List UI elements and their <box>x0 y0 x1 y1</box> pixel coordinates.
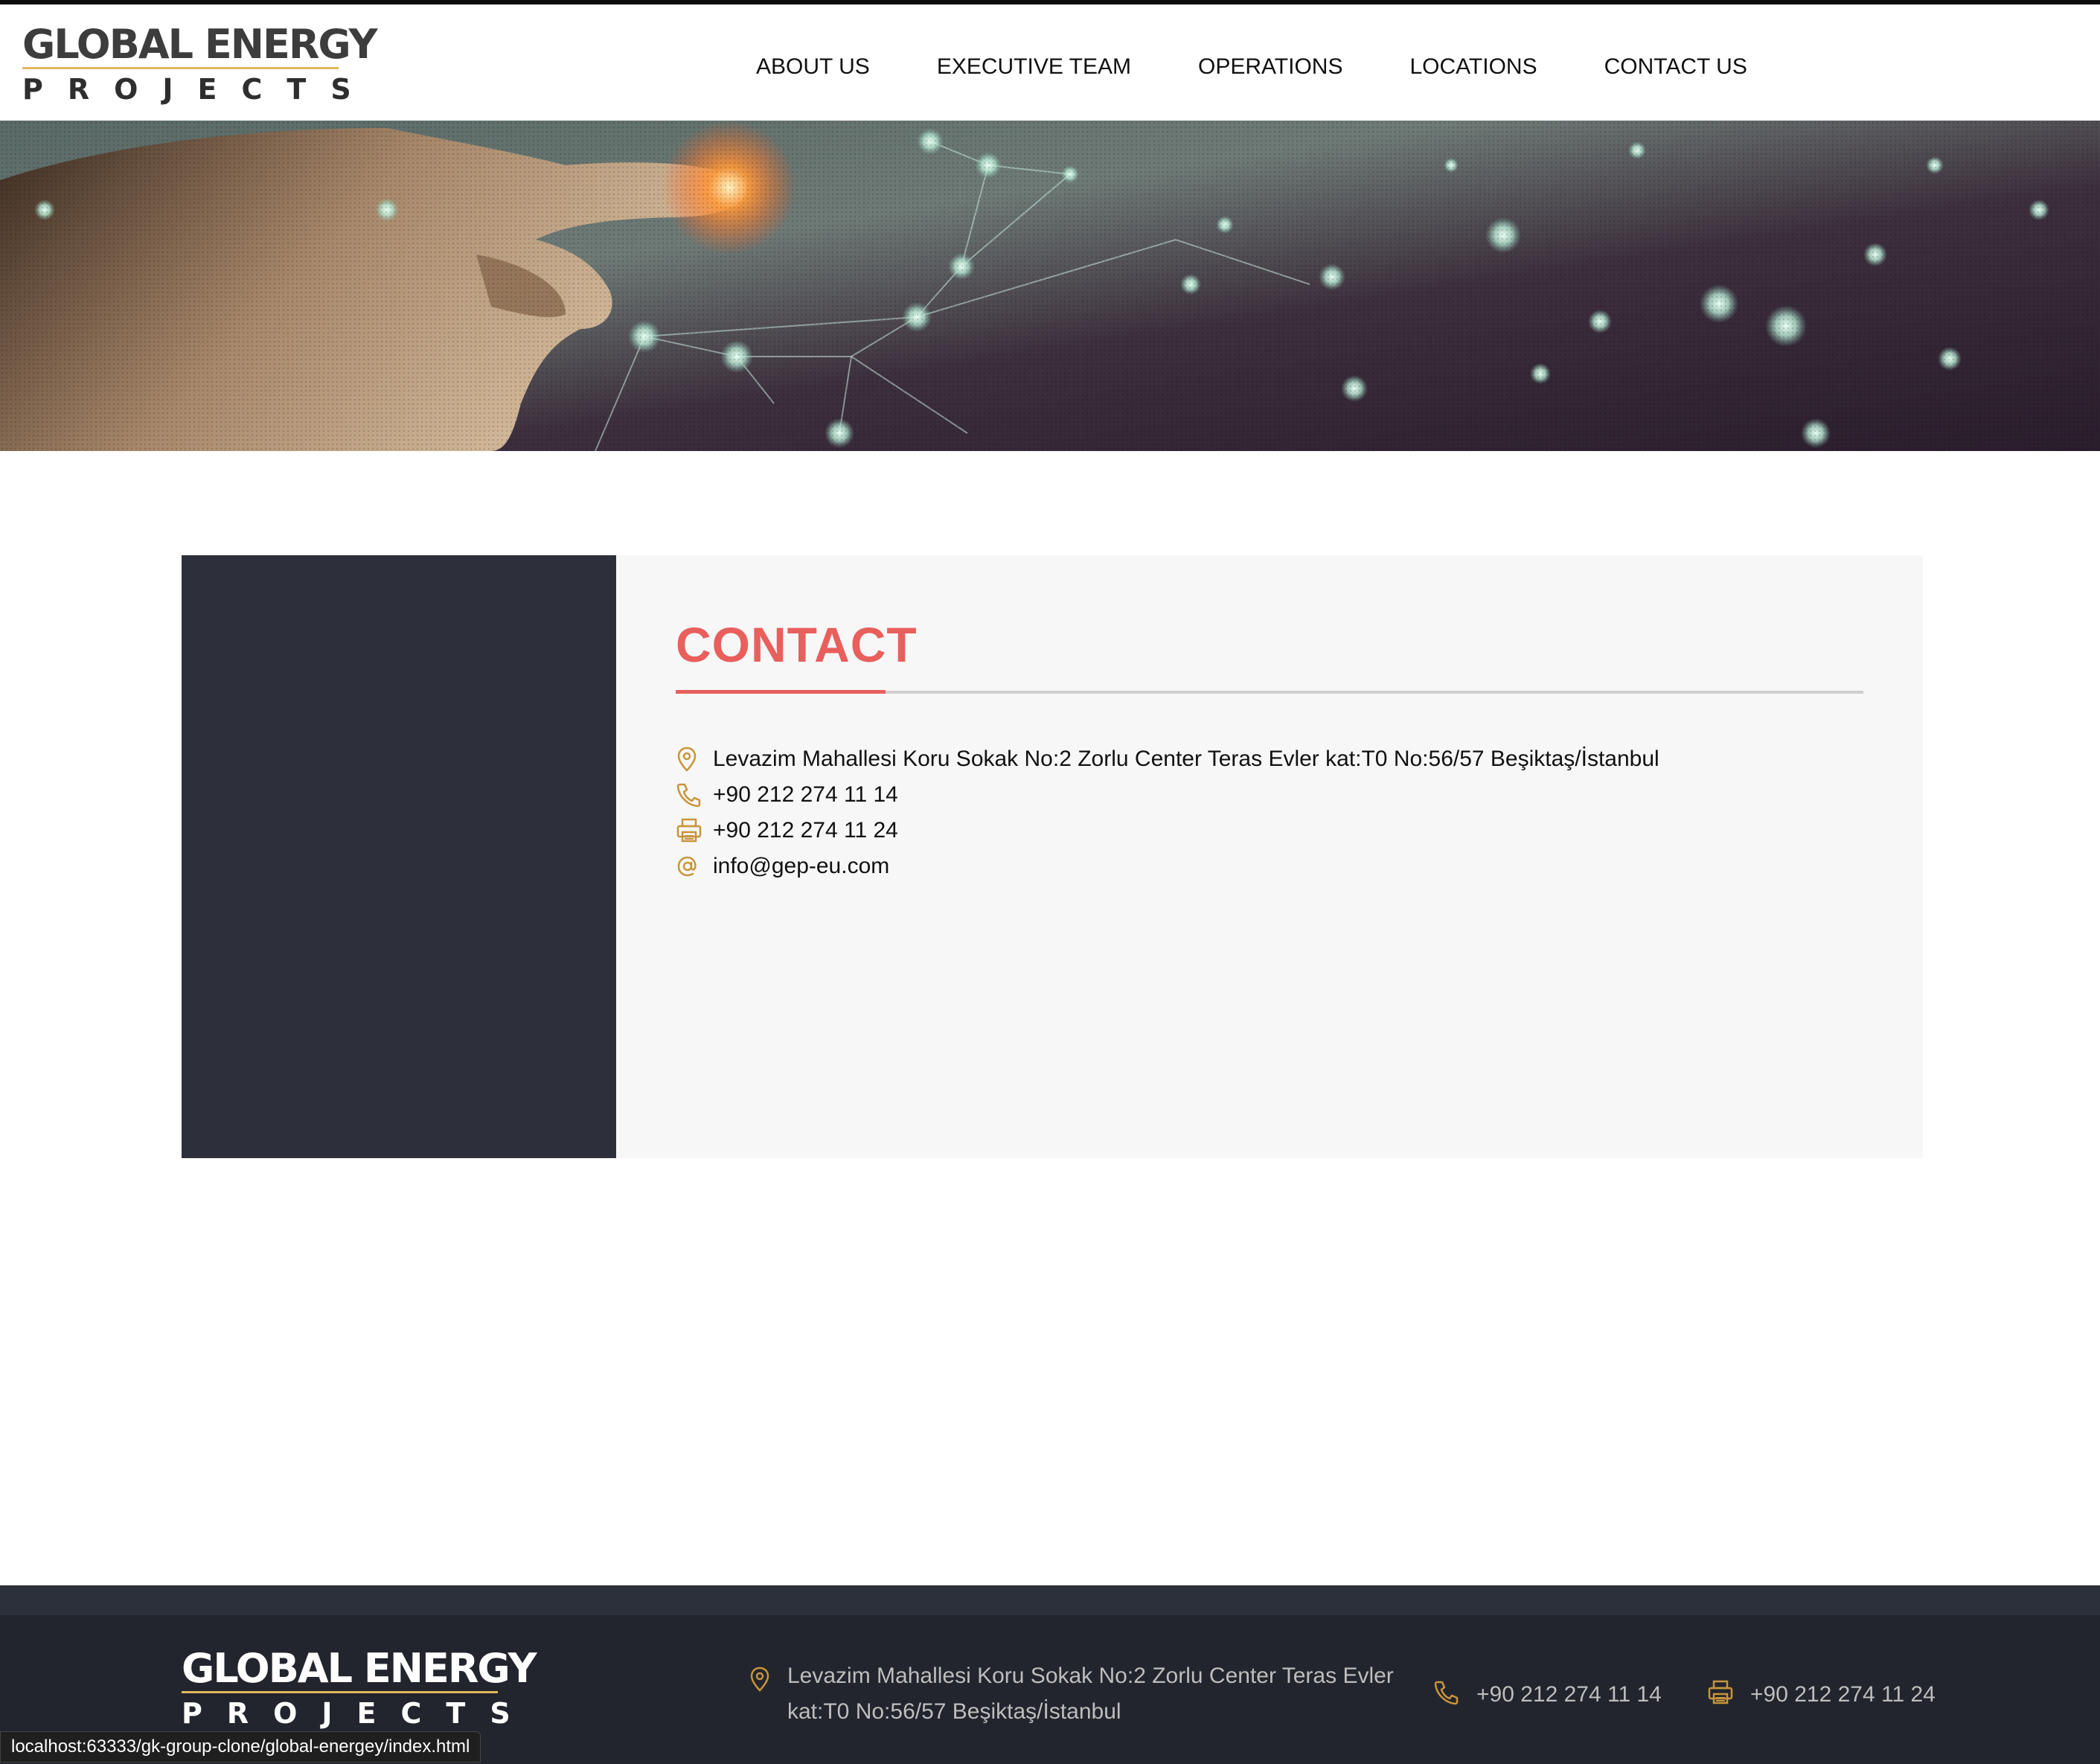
title-underline-accent <box>676 690 886 694</box>
contact-fax-row: +90 212 274 11 24 <box>676 813 1659 849</box>
nav-about-us[interactable]: ABOUT US <box>756 51 870 83</box>
contact-address: Levazim Mahallesi Koru Sokak No:2 Zorlu … <box>713 747 1659 771</box>
contact-email-row: info@gep-eu.com <box>676 849 1659 884</box>
at-sign-icon <box>676 851 708 881</box>
nav-operations[interactable]: OPERATIONS <box>1198 51 1342 83</box>
footer-printer-icon <box>1707 1679 1734 1710</box>
contact-phone[interactable]: +90 212 274 11 14 <box>713 782 898 808</box>
contact-phone-row: +90 212 274 11 14 <box>676 777 1659 813</box>
footer-phone-icon <box>1433 1679 1460 1710</box>
footer-logo-line-2: PROJECTS <box>182 1697 535 1730</box>
logo-line-2: PROJECTS <box>22 73 376 106</box>
site-header: GLOBAL ENERGY PROJECTS ABOUT US EXECUTIV… <box>0 4 2100 121</box>
map-pin-icon <box>676 744 708 774</box>
contact-side-panel <box>182 555 616 1158</box>
footer-logo[interactable]: GLOBAL ENERGY PROJECTS <box>182 1645 537 1730</box>
logo-line-1: GLOBAL ENERGY <box>22 21 378 68</box>
contact-fax: +90 212 274 11 24 <box>713 818 898 843</box>
contact-card: CONTACT Levazim Mahallesi Koru Sokak No:… <box>182 555 1923 1158</box>
hero-image <box>0 121 2100 451</box>
browser-status-bar: localhost:63333/gk-group-clone/global-en… <box>0 1731 481 1763</box>
site-logo[interactable]: GLOBAL ENERGY PROJECTS <box>22 21 378 106</box>
printer-icon <box>676 816 708 846</box>
phone-icon <box>676 780 708 810</box>
nav-locations[interactable]: LOCATIONS <box>1409 51 1537 83</box>
footer-map-pin-icon <box>749 1658 771 1730</box>
contact-email[interactable]: info@gep-eu.com <box>713 854 889 879</box>
footer-logo-line-1: GLOBAL ENERGY <box>182 1645 537 1692</box>
nav-contact-us[interactable]: CONTACT US <box>1604 51 1747 83</box>
footer-address-block: Levazim Mahallesi Koru Sokak No:2 Zorlu … <box>749 1658 1427 1730</box>
hero-banner <box>0 121 2100 451</box>
footer-address: Levazim Mahallesi Koru Sokak No:2 Zorlu … <box>787 1664 1394 1724</box>
contact-title: CONTACT <box>676 617 918 672</box>
footer-fax: +90 212 274 11 24 <box>1750 1681 1936 1707</box>
contact-address-row: Levazim Mahallesi Koru Sokak No:2 Zorlu … <box>676 741 1659 777</box>
footer-phone[interactable]: +90 212 274 11 14 <box>1476 1682 1662 1707</box>
main-nav: ABOUT US EXECUTIVE TEAM OPERATIONS LOCAT… <box>756 51 1747 83</box>
contact-details: Levazim Mahallesi Koru Sokak No:2 Zorlu … <box>676 741 1659 884</box>
footer-phone-block: +90 212 274 11 14 <box>1433 1679 1662 1710</box>
status-url: localhost:63333/gk-group-clone/global-en… <box>11 1736 470 1757</box>
footer-top-band <box>0 1585 2100 1615</box>
nav-executive-team[interactable]: EXECUTIVE TEAM <box>937 51 1131 83</box>
footer-fax-block: +90 212 274 11 24 <box>1707 1679 1936 1710</box>
